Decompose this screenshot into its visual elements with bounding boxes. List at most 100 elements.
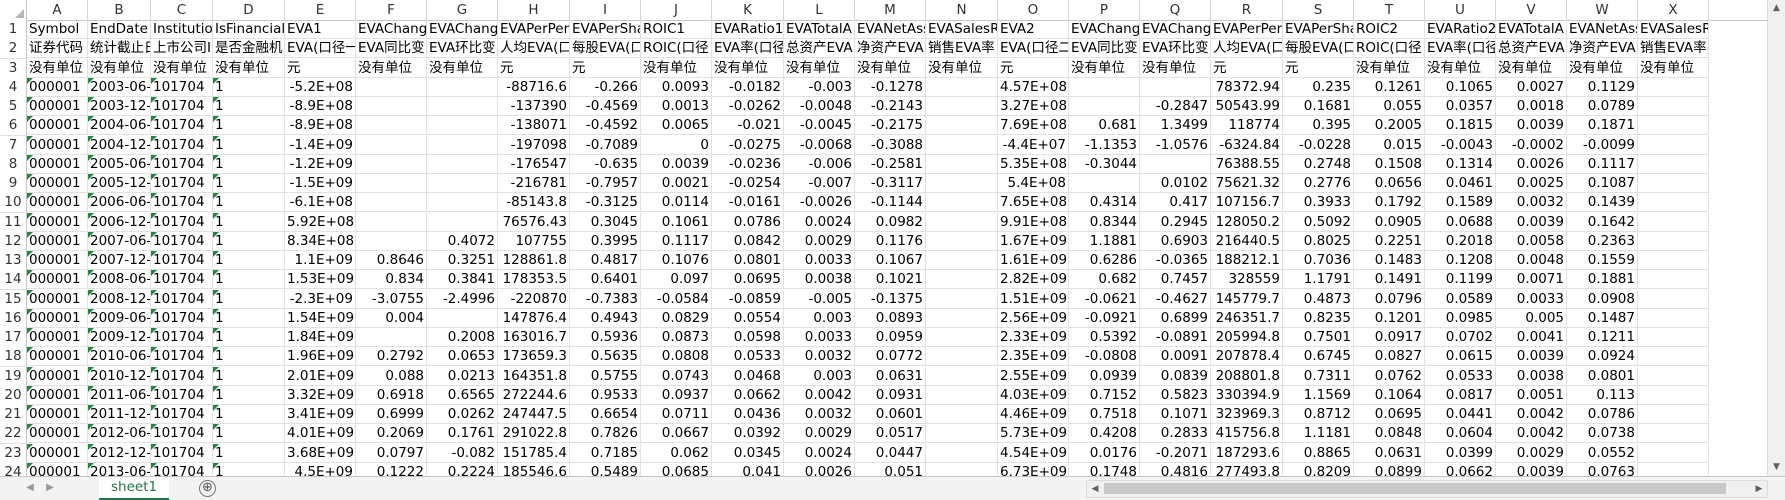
cell-q14[interactable]: 0.7457	[1140, 270, 1211, 289]
cell-e16[interactable]: 1.54E+09	[285, 309, 356, 328]
cell-u18[interactable]: 0.0615	[1425, 347, 1496, 366]
cell-j8[interactable]: 0.0039	[641, 155, 712, 174]
cell-o18[interactable]: 2.35E+09	[998, 347, 1069, 366]
cell-c8[interactable]: 101704	[151, 155, 213, 174]
cell-n2[interactable]: 销售EVA率	[926, 39, 998, 58]
cell-f15[interactable]: -3.0755	[356, 290, 427, 309]
cell-s11[interactable]: 0.5092	[1283, 213, 1354, 232]
cell-e13[interactable]: 1.1E+09	[285, 251, 356, 270]
cell-c6[interactable]: 101704	[151, 116, 213, 135]
cell-h13[interactable]: 128861.8	[498, 251, 570, 270]
cell-u21[interactable]: 0.0441	[1425, 405, 1496, 424]
cell-b15[interactable]: 2008-12-3	[88, 290, 151, 309]
cell-i18[interactable]: 0.5635	[570, 347, 641, 366]
cell-l4[interactable]: -0.003	[784, 78, 855, 97]
cell-q17[interactable]: -0.0891	[1140, 328, 1211, 347]
cell-i8[interactable]: -0.635	[570, 155, 641, 174]
cell-h18[interactable]: 173659.3	[498, 347, 570, 366]
cell-v13[interactable]: 0.0048	[1496, 251, 1567, 270]
cell-r23[interactable]: 187293.6	[1211, 444, 1283, 463]
cell-s20[interactable]: 1.1569	[1283, 386, 1354, 405]
cell-n6[interactable]	[926, 116, 998, 135]
cell-q2[interactable]: EVA环比变	[1140, 39, 1211, 58]
cell-m4[interactable]: -0.1278	[855, 78, 926, 97]
cell-c3[interactable]: 没有单位	[151, 59, 213, 78]
cell-m20[interactable]: 0.0931	[855, 386, 926, 405]
cell-i20[interactable]: 0.9533	[570, 386, 641, 405]
cell-v23[interactable]: 0.0029	[1496, 444, 1567, 463]
column-header-r[interactable]: R	[1211, 0, 1283, 20]
cell-w2[interactable]: 净资产EVA	[1567, 39, 1638, 58]
cell-p12[interactable]: 1.1881	[1069, 232, 1140, 251]
cell-g12[interactable]: 0.4072	[427, 232, 498, 251]
cell-j24[interactable]: 0.0685	[641, 463, 712, 476]
next-sheet-icon[interactable]: ▶	[42, 480, 58, 496]
cell-b23[interactable]: 2012-12-3	[88, 444, 151, 463]
cell-k1[interactable]: EVARatio1	[712, 20, 784, 39]
cell-e2[interactable]: EVA(口径一	[285, 39, 356, 58]
cell-r6[interactable]: 118774	[1211, 116, 1283, 135]
cell-q5[interactable]: -0.2847	[1140, 97, 1211, 116]
cell-d12[interactable]: 1	[213, 232, 285, 251]
cell-r17[interactable]: 205994.8	[1211, 328, 1283, 347]
cell-g20[interactable]: 0.6565	[427, 386, 498, 405]
cell-b21[interactable]: 2011-12-3	[88, 405, 151, 424]
cell-d11[interactable]: 1	[213, 213, 285, 232]
cell-k10[interactable]: -0.0161	[712, 193, 784, 212]
cell-s15[interactable]: 0.4873	[1283, 290, 1354, 309]
column-header-f[interactable]: F	[356, 0, 427, 20]
cell-j16[interactable]: 0.0829	[641, 309, 712, 328]
cell-p23[interactable]: 0.0176	[1069, 444, 1140, 463]
cell-d23[interactable]: 1	[213, 444, 285, 463]
cell-l17[interactable]: 0.0033	[784, 328, 855, 347]
cell-b7[interactable]: 2004-12-3	[88, 136, 151, 155]
cell-o8[interactable]: 5.35E+08	[998, 155, 1069, 174]
cell-w17[interactable]: 0.1211	[1567, 328, 1638, 347]
cell-m8[interactable]: -0.2581	[855, 155, 926, 174]
cell-r14[interactable]: 328559	[1211, 270, 1283, 289]
cell-n15[interactable]	[926, 290, 998, 309]
cell-e18[interactable]: 1.96E+09	[285, 347, 356, 366]
column-header-p[interactable]: P	[1069, 0, 1140, 20]
cell-p1[interactable]: EVAChang	[1069, 20, 1140, 39]
cell-u3[interactable]: 没有单位	[1425, 59, 1496, 78]
cell-p13[interactable]: 0.6286	[1069, 251, 1140, 270]
cell-f21[interactable]: 0.6999	[356, 405, 427, 424]
cell-j11[interactable]: 0.1061	[641, 213, 712, 232]
cell-m23[interactable]: 0.0447	[855, 444, 926, 463]
cell-e14[interactable]: 1.53E+09	[285, 270, 356, 289]
cell-l3[interactable]: 没有单位	[784, 59, 855, 78]
cell-p9[interactable]	[1069, 174, 1140, 193]
cell-k23[interactable]: 0.0345	[712, 444, 784, 463]
cell-x15[interactable]	[1638, 290, 1709, 309]
cell-x2[interactable]: 销售EVA率(	[1638, 39, 1709, 58]
cell-s7[interactable]: -0.0228	[1283, 136, 1354, 155]
cell-d16[interactable]: 1	[213, 309, 285, 328]
cell-h21[interactable]: 247447.5	[498, 405, 570, 424]
cell-x14[interactable]	[1638, 270, 1709, 289]
column-header-w[interactable]: W	[1567, 0, 1638, 20]
cell-u5[interactable]: 0.0357	[1425, 97, 1496, 116]
cell-t22[interactable]: 0.0848	[1354, 424, 1425, 443]
cell-v4[interactable]: 0.0027	[1496, 78, 1567, 97]
cell-w20[interactable]: 0.113	[1567, 386, 1638, 405]
cell-j10[interactable]: 0.0114	[641, 193, 712, 212]
cell-i11[interactable]: 0.3045	[570, 213, 641, 232]
cell-u16[interactable]: 0.0985	[1425, 309, 1496, 328]
cell-w10[interactable]: 0.1439	[1567, 193, 1638, 212]
cell-n4[interactable]	[926, 78, 998, 97]
cell-l16[interactable]: 0.003	[784, 309, 855, 328]
cell-d22[interactable]: 1	[213, 424, 285, 443]
cell-o20[interactable]: 4.03E+09	[998, 386, 1069, 405]
cell-f6[interactable]	[356, 116, 427, 135]
row-header-18[interactable]: 18	[0, 347, 27, 367]
cell-h8[interactable]: -176547	[498, 155, 570, 174]
cell-g15[interactable]: -2.4996	[427, 290, 498, 309]
cell-u12[interactable]: 0.2018	[1425, 232, 1496, 251]
column-header-u[interactable]: U	[1425, 0, 1496, 20]
cell-o13[interactable]: 1.61E+09	[998, 251, 1069, 270]
cell-l15[interactable]: -0.005	[784, 290, 855, 309]
cell-e22[interactable]: 4.01E+09	[285, 424, 356, 443]
cell-b20[interactable]: 2011-06-3	[88, 386, 151, 405]
cell-h1[interactable]: EVAPerPer	[498, 20, 570, 39]
